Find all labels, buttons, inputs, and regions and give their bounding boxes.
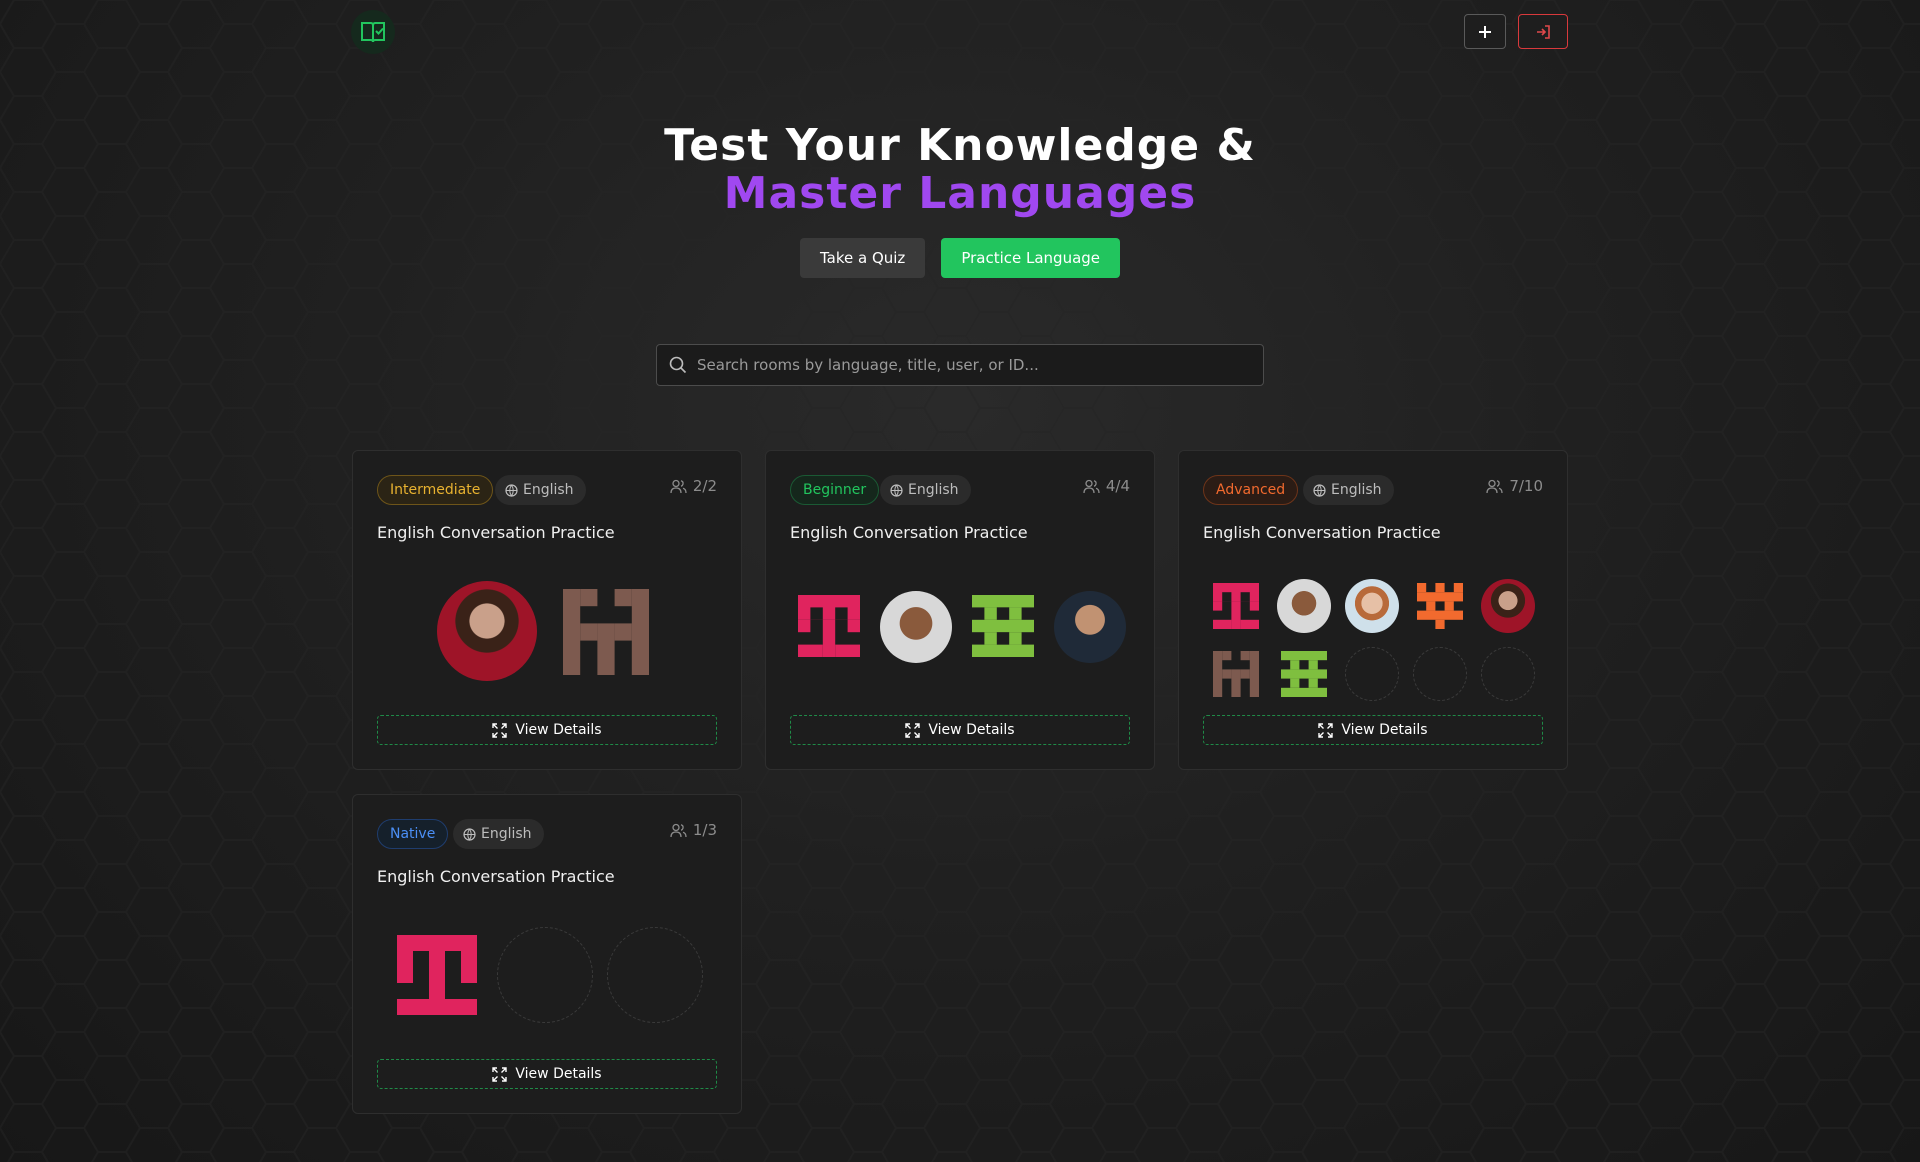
users-icon: [1083, 479, 1100, 493]
hero-section: Test Your Knowledge & Master Languages T…: [0, 122, 1920, 278]
avatar-identicon[interactable]: [563, 589, 649, 675]
participant-avatars: [377, 915, 717, 1035]
book-check-icon: [361, 22, 385, 43]
avatar-identicon[interactable]: [1213, 583, 1259, 629]
view-details-button[interactable]: View Details: [1203, 715, 1543, 745]
avatar-photo[interactable]: [1481, 579, 1535, 633]
logo[interactable]: [351, 10, 395, 54]
hero-title-line2: Master Languages: [723, 168, 1197, 219]
users-icon: [670, 479, 687, 493]
room-title: English Conversation Practice: [377, 867, 615, 886]
language-label: English: [1331, 482, 1382, 498]
view-details-label: View Details: [515, 1066, 602, 1082]
empty-seat: [1481, 647, 1535, 701]
room-title: English Conversation Practice: [1203, 523, 1441, 542]
expand-icon: [1318, 722, 1334, 738]
participant-count-label: 2/2: [692, 477, 717, 495]
empty-seat: [497, 927, 593, 1023]
log-in-icon: [1537, 24, 1550, 39]
participant-avatars: [377, 571, 717, 691]
room-card[interactable]: Advanced English 7/10 English Conversati…: [1178, 450, 1568, 770]
hero-title: Test Your Knowledge & Master Languages: [0, 122, 1920, 218]
avatar-identicon[interactable]: [798, 595, 860, 657]
view-details-label: View Details: [515, 722, 602, 738]
globe-icon: [890, 483, 903, 497]
language-badge: English: [495, 475, 586, 505]
globe-icon: [463, 827, 476, 841]
participant-count: 4/4: [1083, 477, 1130, 495]
view-details-button[interactable]: View Details: [790, 715, 1130, 745]
view-details-label: View Details: [1341, 722, 1428, 738]
empty-seat: [1345, 647, 1399, 701]
globe-icon: [505, 483, 518, 497]
top-bar: [351, 10, 1568, 54]
users-icon: [670, 823, 687, 837]
room-title: English Conversation Practice: [790, 523, 1028, 542]
participant-count: 7/10: [1486, 477, 1543, 495]
participant-count: 1/3: [670, 821, 717, 839]
level-badge: Intermediate: [377, 475, 494, 505]
participant-count-label: 1/3: [692, 821, 717, 839]
search-input[interactable]: [697, 356, 1247, 374]
expand-icon: [492, 722, 508, 738]
search-icon: [669, 356, 687, 374]
view-details-button[interactable]: View Details: [377, 715, 717, 745]
empty-seat: [607, 927, 703, 1023]
participant-avatars: [790, 571, 1130, 691]
participant-count-label: 4/4: [1105, 477, 1130, 495]
room-card[interactable]: Native English 1/3 English Conversation …: [352, 794, 742, 1114]
create-room-button[interactable]: [1464, 14, 1506, 49]
expand-icon: [905, 722, 921, 738]
expand-icon: [492, 1066, 508, 1082]
view-details-label: View Details: [928, 722, 1015, 738]
login-button[interactable]: [1518, 14, 1568, 49]
language-label: English: [481, 826, 532, 842]
avatar-photo[interactable]: [1054, 591, 1126, 663]
language-label: English: [523, 482, 574, 498]
view-details-button[interactable]: View Details: [377, 1059, 717, 1089]
plus-icon: [1479, 25, 1491, 38]
participant-avatars: [1203, 571, 1543, 701]
practice-language-button[interactable]: Practice Language: [941, 238, 1121, 278]
avatar-identicon[interactable]: [1417, 583, 1463, 629]
take-quiz-button[interactable]: Take a Quiz: [799, 238, 926, 278]
avatar-photo[interactable]: [1345, 579, 1399, 633]
room-card[interactable]: Beginner English 4/4 English Conversatio…: [765, 450, 1155, 770]
hero-title-line1: Test Your Knowledge &: [664, 120, 1256, 171]
avatar-photo[interactable]: [1277, 579, 1331, 633]
participant-count-label: 7/10: [1509, 477, 1543, 495]
empty-seat: [1413, 647, 1467, 701]
avatar-identicon[interactable]: [972, 595, 1034, 657]
room-card[interactable]: Intermediate English 2/2 English Convers…: [352, 450, 742, 770]
level-badge: Advanced: [1203, 475, 1299, 505]
room-title: English Conversation Practice: [377, 523, 615, 542]
users-icon: [1486, 479, 1503, 493]
avatar-identicon[interactable]: [1281, 651, 1327, 697]
globe-icon: [1313, 483, 1326, 497]
level-badge: Beginner: [790, 475, 880, 505]
avatar-photo[interactable]: [880, 591, 952, 663]
language-label: English: [908, 482, 959, 498]
language-badge: English: [1303, 475, 1394, 505]
language-badge: English: [880, 475, 971, 505]
level-badge: Native: [377, 819, 449, 849]
avatar-photo[interactable]: [437, 581, 537, 681]
avatar-identicon[interactable]: [397, 935, 477, 1015]
language-badge: English: [453, 819, 544, 849]
search-box: [656, 344, 1264, 386]
avatar-identicon[interactable]: [1213, 651, 1259, 697]
participant-count: 2/2: [670, 477, 717, 495]
